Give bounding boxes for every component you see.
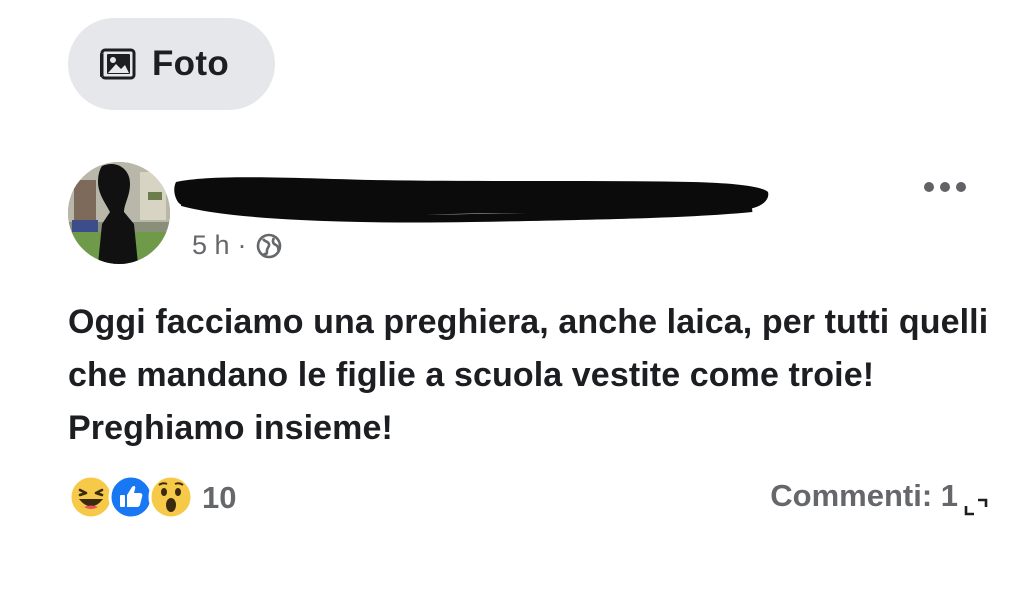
post-time[interactable]: 5 h (192, 230, 230, 261)
meta-separator: · (237, 230, 247, 260)
reaction-count: 10 (202, 480, 237, 515)
reactions-summary[interactable]: 10 (68, 474, 236, 522)
author-name-redaction (174, 177, 769, 223)
avatar[interactable] (68, 162, 170, 264)
post-text: Oggi facciamo una preghiera, anche laica… (68, 303, 989, 447)
photo-button[interactable]: Foto (68, 18, 275, 110)
photo-button-label: Foto (152, 44, 229, 83)
globe-icon (256, 233, 281, 258)
photo-icon (99, 48, 136, 80)
more-horizontal-icon[interactable] (922, 180, 968, 194)
wow-icon (148, 474, 194, 520)
post-meta: 5 h · (192, 230, 283, 261)
reaction-icons (68, 474, 194, 522)
expand-icon[interactable] (962, 494, 992, 520)
comments-count-link[interactable]: Commenti: 1 (770, 478, 958, 514)
